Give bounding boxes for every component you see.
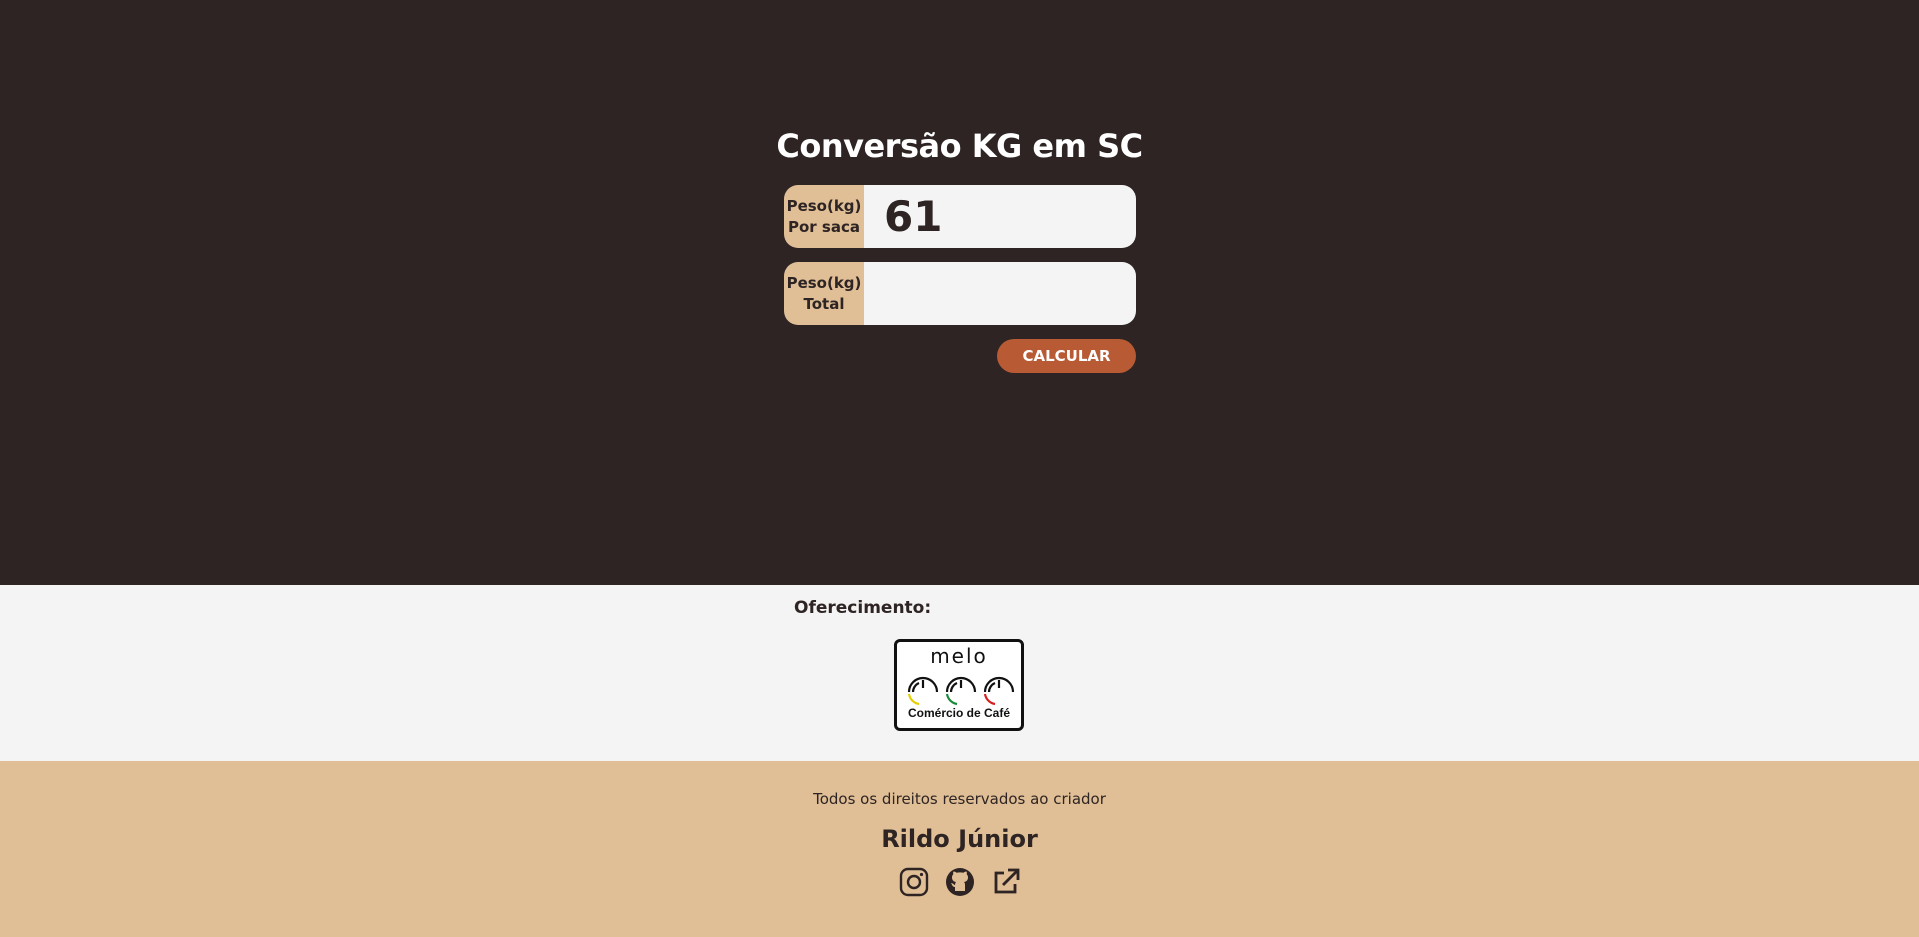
sponsor-label: Oferecimento: (794, 598, 932, 618)
footer: Todos os direitos reservados ao criador … (0, 761, 1919, 937)
social-links (897, 865, 1022, 898)
weight-per-bag-input[interactable]: 61 (864, 185, 1136, 248)
instagram-icon[interactable] (897, 865, 930, 898)
total-weight-field: Peso(kg) Total (784, 262, 1136, 325)
github-icon[interactable] (943, 865, 976, 898)
total-weight-input[interactable] (864, 262, 1136, 325)
sponsor-logo: melo Comércio de Café (894, 639, 1024, 731)
weight-per-bag-label-line2: Por saca (788, 217, 860, 236)
total-weight-label-line1: Peso(kg) (786, 273, 862, 292)
total-weight-label: Peso(kg) Total (784, 262, 864, 325)
main-section: Conversão KG em SC Peso(kg) Por saca 61 … (0, 0, 1919, 585)
logo-caption: Comércio de Café (907, 706, 1011, 720)
coffee-cups-graphic (907, 676, 1015, 706)
weight-per-bag-field: Peso(kg) Por saca 61 (784, 185, 1136, 248)
logo-word: melo (930, 644, 988, 668)
total-weight-label-line2: Total (803, 294, 845, 313)
weight-per-bag-label: Peso(kg) Por saca (784, 185, 864, 248)
rights-text: Todos os direitos reservados ao criador (813, 790, 1106, 808)
external-link-icon[interactable] (989, 865, 1022, 898)
weight-per-bag-label-line1: Peso(kg) (786, 196, 862, 215)
author-name: Rildo Júnior (881, 825, 1038, 853)
page-title: Conversão KG em SC (776, 127, 1143, 165)
sponsor-section: Oferecimento: melo Comércio de Café (0, 585, 1919, 761)
calculate-button[interactable]: CALCULAR (997, 339, 1136, 373)
